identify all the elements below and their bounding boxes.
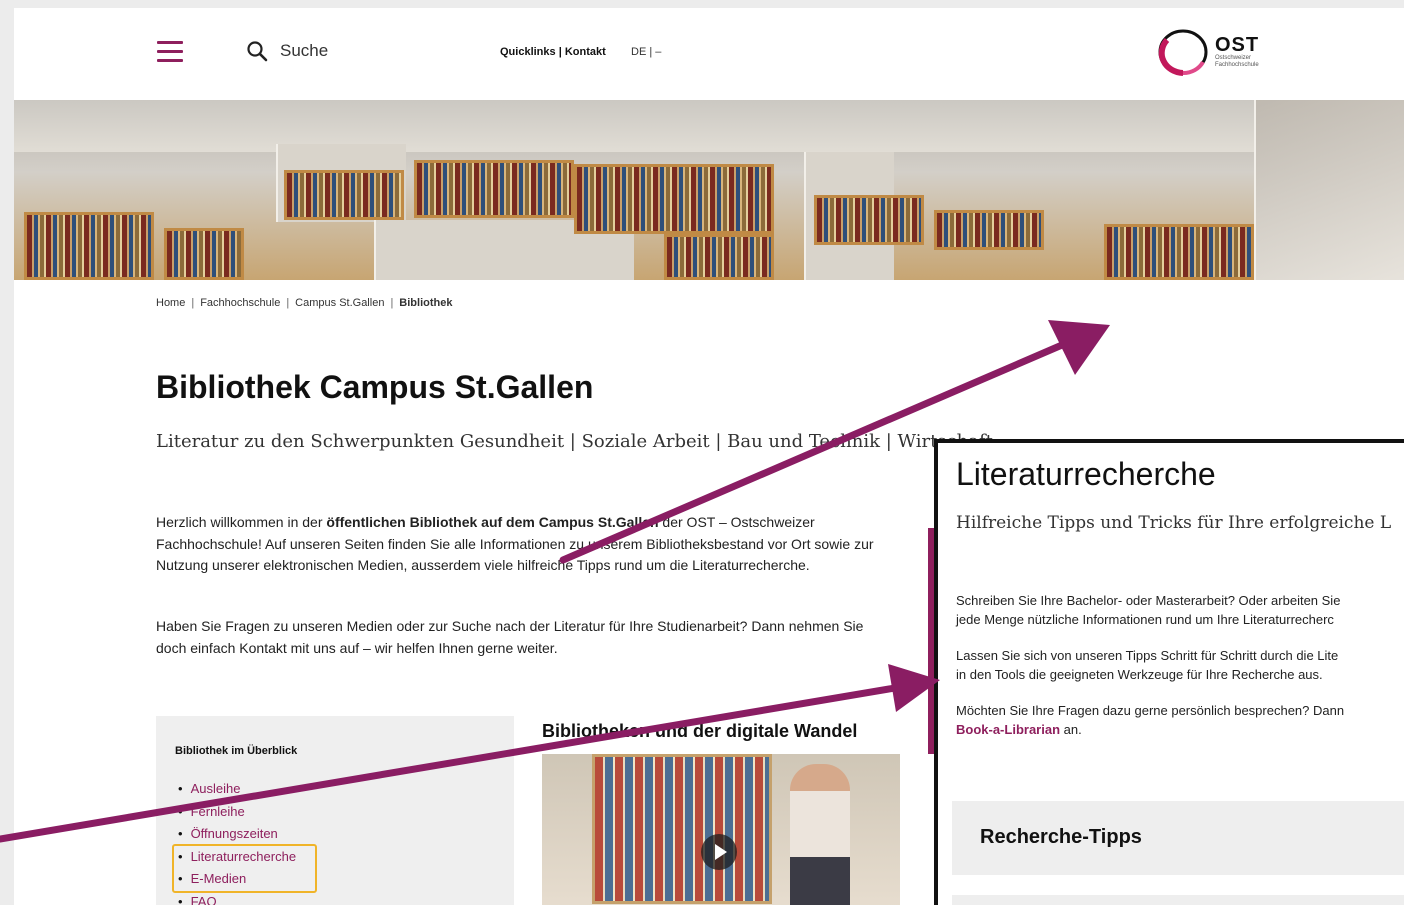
overlay-para-3-line-1: Möchten Sie Ihre Fragen dazu gerne persö… [956, 703, 1345, 718]
intro-paragraph: Herzlich willkommen in der öffentlichen … [156, 512, 896, 577]
accordion-next[interactable] [952, 895, 1404, 905]
overlay-para-3-tail: an. [1060, 722, 1082, 737]
overview-item-ausleihe[interactable]: Ausleihe [178, 778, 296, 801]
literaturrecherche-zoom-panel: Literaturrecherche Hilfreiche Tipps und … [934, 439, 1404, 905]
overlay-subtitle: Hilfreiche Tipps und Tricks für Ihre erf… [956, 513, 1392, 533]
overview-heading: Bibliothek im Überblick [175, 745, 298, 757]
breadcrumb-fachhochschule[interactable]: Fachhochschule [200, 297, 280, 309]
overlay-para-2-line-2: in den Tools die geeigneten Werkzeuge fü… [956, 667, 1323, 682]
intro-bold: öffentlichen Bibliothek auf dem Campus S… [326, 514, 659, 530]
breadcrumb-campus[interactable]: Campus St.Gallen [295, 297, 384, 309]
page-subtitle: Literatur zu den Schwerpunkten Gesundhei… [156, 431, 993, 452]
hero-image-library [14, 100, 1404, 280]
overlay-para-2-line-1: Lassen Sie sich von unseren Tipps Schrit… [956, 648, 1339, 663]
play-icon[interactable] [701, 834, 737, 870]
highlight-box [172, 844, 317, 893]
search-button[interactable]: Suche [246, 40, 328, 62]
ost-logo[interactable]: OST Ostschweizer Fachhochschule [1157, 26, 1259, 78]
breadcrumb-current: Bibliothek [399, 297, 453, 309]
breadcrumb-home[interactable]: Home [156, 297, 185, 309]
intro-text-start: Herzlich willkommen in der [156, 514, 327, 530]
site-header: Suche Quicklinks | Kontakt DE | – OST Os… [14, 8, 1404, 100]
logo-sub-2: Fachhochschule [1215, 62, 1259, 68]
page-title: Bibliothek Campus St.Gallen [156, 369, 594, 405]
overlay-title: Literaturrecherche [956, 456, 1216, 492]
breadcrumb: Home | Fachhochschule | Campus St.Gallen | Bib… [156, 297, 453, 309]
search-label: Suche [280, 41, 329, 60]
ost-logo-icon [1158, 29, 1208, 76]
overview-item-oeffnungszeiten[interactable]: Öffnungszeiten [178, 823, 296, 846]
contact-paragraph: Haben Sie Fragen zu unseren Medien oder … [156, 618, 864, 656]
video-title: Bibliotheken und der digitale Wandel [542, 721, 858, 741]
search-icon [247, 41, 268, 62]
accordion-recherche-tipps[interactable]: Recherche-Tipps [952, 801, 1404, 875]
video-person [790, 764, 850, 905]
logo-text: OST [1215, 34, 1260, 56]
video-player[interactable] [542, 754, 900, 905]
overview-item-fernleihe[interactable]: Fernleihe [178, 801, 296, 824]
hamburger-menu-icon[interactable] [157, 41, 183, 63]
quicklinks-link[interactable]: Quicklinks | Kontakt [500, 46, 606, 58]
accordion-label: Recherche-Tipps [980, 826, 1142, 848]
logo-sub-1: Ostschweizer [1215, 55, 1252, 61]
library-overview-box: Bibliothek im Überblick Ausleihe Fernlei… [156, 716, 514, 905]
language-switcher[interactable]: DE | – [631, 46, 661, 58]
book-a-librarian-link[interactable]: Book-a-Librarian [956, 722, 1060, 737]
overlay-para-1-line-2: jede Menge nützliche Informationen rund … [956, 612, 1334, 627]
overlay-para-1-line-1: Schreiben Sie Ihre Bachelor- oder Master… [956, 593, 1341, 608]
overlay-para-3-line-2: Book-a-Librarian an. [956, 720, 1082, 739]
